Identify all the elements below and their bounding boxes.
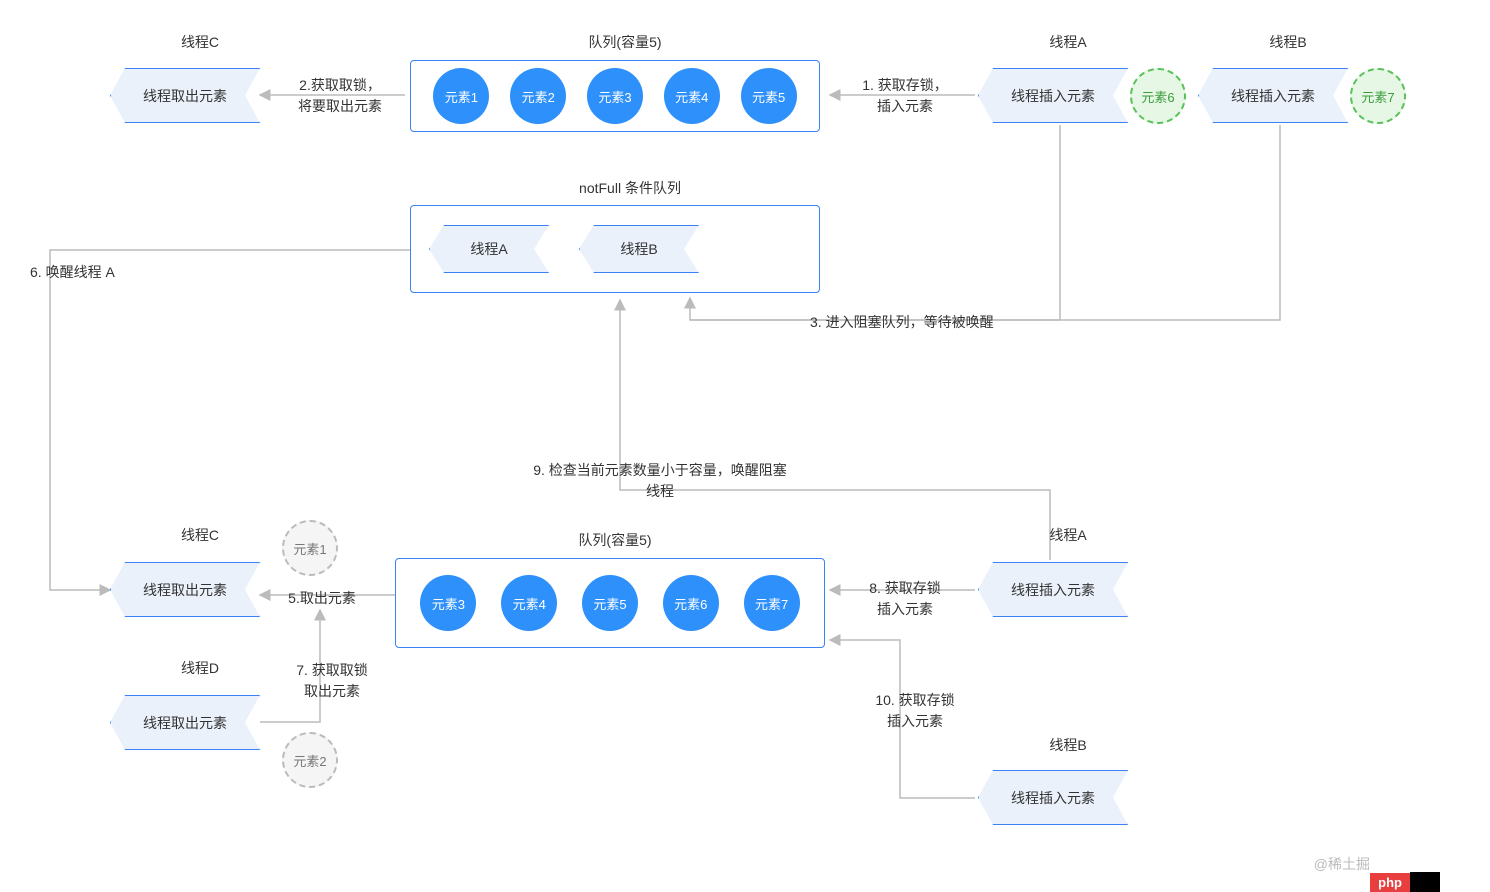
php-badge: php xyxy=(1370,872,1440,892)
thread-b-block-top: 线程插入元素 xyxy=(1198,68,1348,123)
step-1-label: 1. 获取存锁， 插入元素 xyxy=(845,75,965,117)
thread-d-block-bottom: 线程取出元素 xyxy=(110,695,260,750)
queue-element: 元素6 xyxy=(663,575,719,631)
thread-b-block-bottom: 线程插入元素 xyxy=(978,770,1128,825)
queue-element: 元素5 xyxy=(741,68,797,124)
queue-title-top: 队列(容量5) xyxy=(560,32,690,52)
thread-b-block-top-label: 线程插入元素 xyxy=(1231,86,1315,106)
step-6-label: 6. 唤醒线程 A xyxy=(30,262,115,283)
thread-a-title-top: 线程A xyxy=(1028,32,1108,52)
notfull-box: 线程A 线程B xyxy=(410,205,820,293)
thread-c-title-bottom: 线程C xyxy=(160,525,240,545)
thread-c-block-top-label: 线程取出元素 xyxy=(143,86,227,106)
notfull-thread-b: 线程B xyxy=(579,225,699,273)
queue-element: 元素2 xyxy=(510,68,566,124)
step-10-label: 10. 获取存锁 插入元素 xyxy=(855,690,975,732)
connectors xyxy=(0,0,1490,892)
thread-a-title-bottom: 线程A xyxy=(1028,525,1108,545)
queue-box-top: 元素1 元素2 元素3 元素4 元素5 xyxy=(410,60,820,132)
gray-element-2: 元素2 xyxy=(282,732,338,788)
notfull-title: notFull 条件队列 xyxy=(560,178,700,198)
element-6: 元素6 xyxy=(1130,68,1186,124)
queue-element: 元素1 xyxy=(433,68,489,124)
queue-element: 元素5 xyxy=(582,575,638,631)
notfull-thread-a: 线程A xyxy=(429,225,549,273)
queue-element: 元素4 xyxy=(501,575,557,631)
step-5-label: 5.取出元素 xyxy=(282,588,362,609)
queue-element: 元素3 xyxy=(587,68,643,124)
thread-c-block-bottom: 线程取出元素 xyxy=(110,562,260,617)
thread-b-title-bottom: 线程B xyxy=(1028,735,1108,755)
thread-c-block-top: 线程取出元素 xyxy=(110,68,260,123)
step-8-label: 8. 获取存锁 插入元素 xyxy=(845,578,965,620)
thread-a-block-top: 线程插入元素 xyxy=(978,68,1128,123)
thread-d-title-bottom: 线程D xyxy=(160,658,240,678)
step-3-label: 3. 进入阻塞队列，等待被唤醒 xyxy=(810,312,994,333)
thread-a-block-bottom: 线程插入元素 xyxy=(978,562,1128,617)
step-9-label: 9. 检查当前元素数量小于容量，唤醒阻塞 线程 xyxy=(500,460,820,502)
watermark: @稀土掘 xyxy=(1314,854,1370,874)
step-2-label: 2.获取取锁， 将要取出元素 xyxy=(280,75,400,117)
queue-element: 元素4 xyxy=(664,68,720,124)
thread-b-title-top: 线程B xyxy=(1248,32,1328,52)
step-7-label: 7. 获取取锁 取出元素 xyxy=(282,660,382,702)
queue-box-bottom: 元素3 元素4 元素5 元素6 元素7 xyxy=(395,558,825,648)
thread-c-title-top: 线程C xyxy=(160,32,240,52)
queue-title-bottom: 队列(容量5) xyxy=(550,530,680,550)
element-7: 元素7 xyxy=(1350,68,1406,124)
thread-a-block-top-label: 线程插入元素 xyxy=(1011,86,1095,106)
queue-element: 元素7 xyxy=(744,575,800,631)
gray-element-1: 元素1 xyxy=(282,520,338,576)
queue-element: 元素3 xyxy=(420,575,476,631)
